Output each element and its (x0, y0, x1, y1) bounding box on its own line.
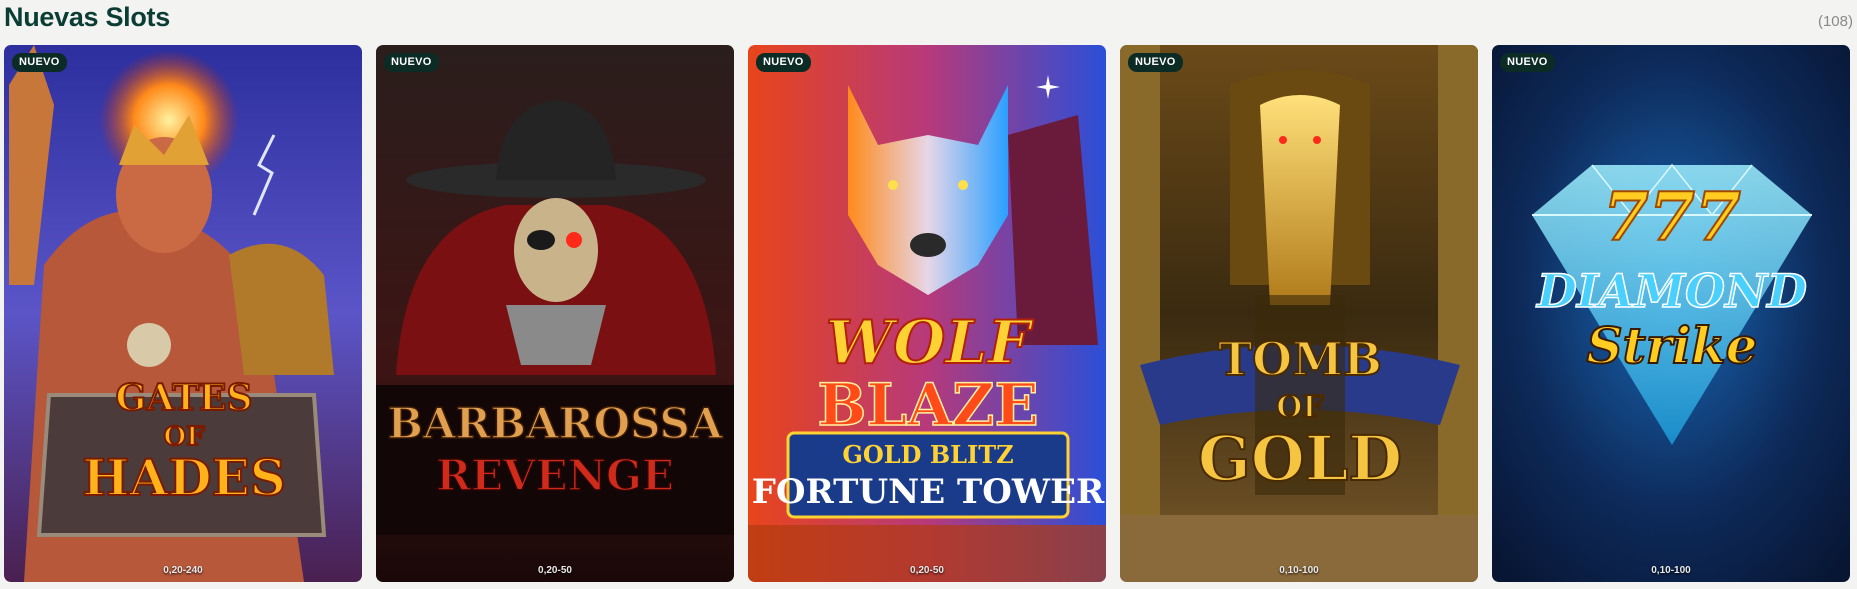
game-card-wolf-blaze[interactable]: WOLF BLAZE GOLD BLITZ FORTUNE TOWER NUEV… (748, 45, 1106, 582)
bet-range: 0,10-100 (1651, 565, 1691, 576)
logo-line: GOLD BLITZ (842, 440, 1013, 469)
bet-range: 0,20-50 (910, 565, 944, 576)
logo-line: BLAZE (817, 371, 1038, 439)
new-badge: NUEVO (1500, 53, 1555, 72)
logo-line: OF (1276, 390, 1323, 425)
logo-line: BARBAROSSA (388, 399, 724, 448)
game-thumbnail-wolf-blaze: WOLF BLAZE GOLD BLITZ FORTUNE TOWER (748, 45, 1106, 582)
game-card-777-diamond-strike[interactable]: 777 DIAMOND Strike NUEVO 0,10-100 (1492, 45, 1850, 582)
logo-line: HADES (82, 448, 286, 507)
logo-line: WOLF (826, 308, 1035, 378)
bet-range: 0,20-240 (163, 565, 203, 576)
games-grid: GATES OF HADES NUEVO 0,20-240 BARBAROSSA… (4, 45, 1854, 582)
game-thumbnail-777-diamond-strike: 777 DIAMOND Strike (1492, 45, 1850, 582)
section-title: Nuevas Slots (4, 2, 170, 32)
logo-line: DIAMOND (1535, 264, 1807, 318)
new-badge: NUEVO (1128, 53, 1183, 72)
bet-range: 0,10-100 (1279, 565, 1319, 576)
logo-line: GATES (116, 377, 253, 419)
game-card-tomb-of-gold[interactable]: TOMB OF GOLD NUEVO 0,10-100 (1120, 45, 1478, 582)
logo-line: FORTUNE TOWER (752, 472, 1105, 512)
game-thumbnail-tomb-of-gold: TOMB OF GOLD (1120, 45, 1478, 582)
game-count[interactable]: (108) (1818, 13, 1853, 30)
section-header: Nuevas Slots (108) (0, 0, 1857, 40)
logo-line: TOMB (1218, 332, 1382, 386)
new-badge: NUEVO (384, 53, 439, 72)
game-thumbnail-barbarossa-revenge: BARBAROSSA REVENGE (376, 45, 734, 582)
new-slots-section: Nuevas Slots (108) GATES OF HADES NUEVO … (0, 0, 1857, 589)
logo-line: Strike (1587, 316, 1758, 375)
game-thumbnail-gates-of-hades: GATES OF HADES (4, 45, 362, 582)
new-badge: NUEVO (756, 53, 811, 72)
logo-line: REVENGE (436, 451, 674, 500)
game-card-barbarossa-revenge[interactable]: BARBAROSSA REVENGE NUEVO 0,20-50 (376, 45, 734, 582)
logo-line: 777 (1603, 178, 1741, 256)
bet-range: 0,20-50 (538, 565, 572, 576)
game-card-gates-of-hades[interactable]: GATES OF HADES NUEVO 0,20-240 (4, 45, 362, 582)
logo-line: GOLD (1198, 422, 1402, 495)
new-badge: NUEVO (12, 53, 67, 72)
